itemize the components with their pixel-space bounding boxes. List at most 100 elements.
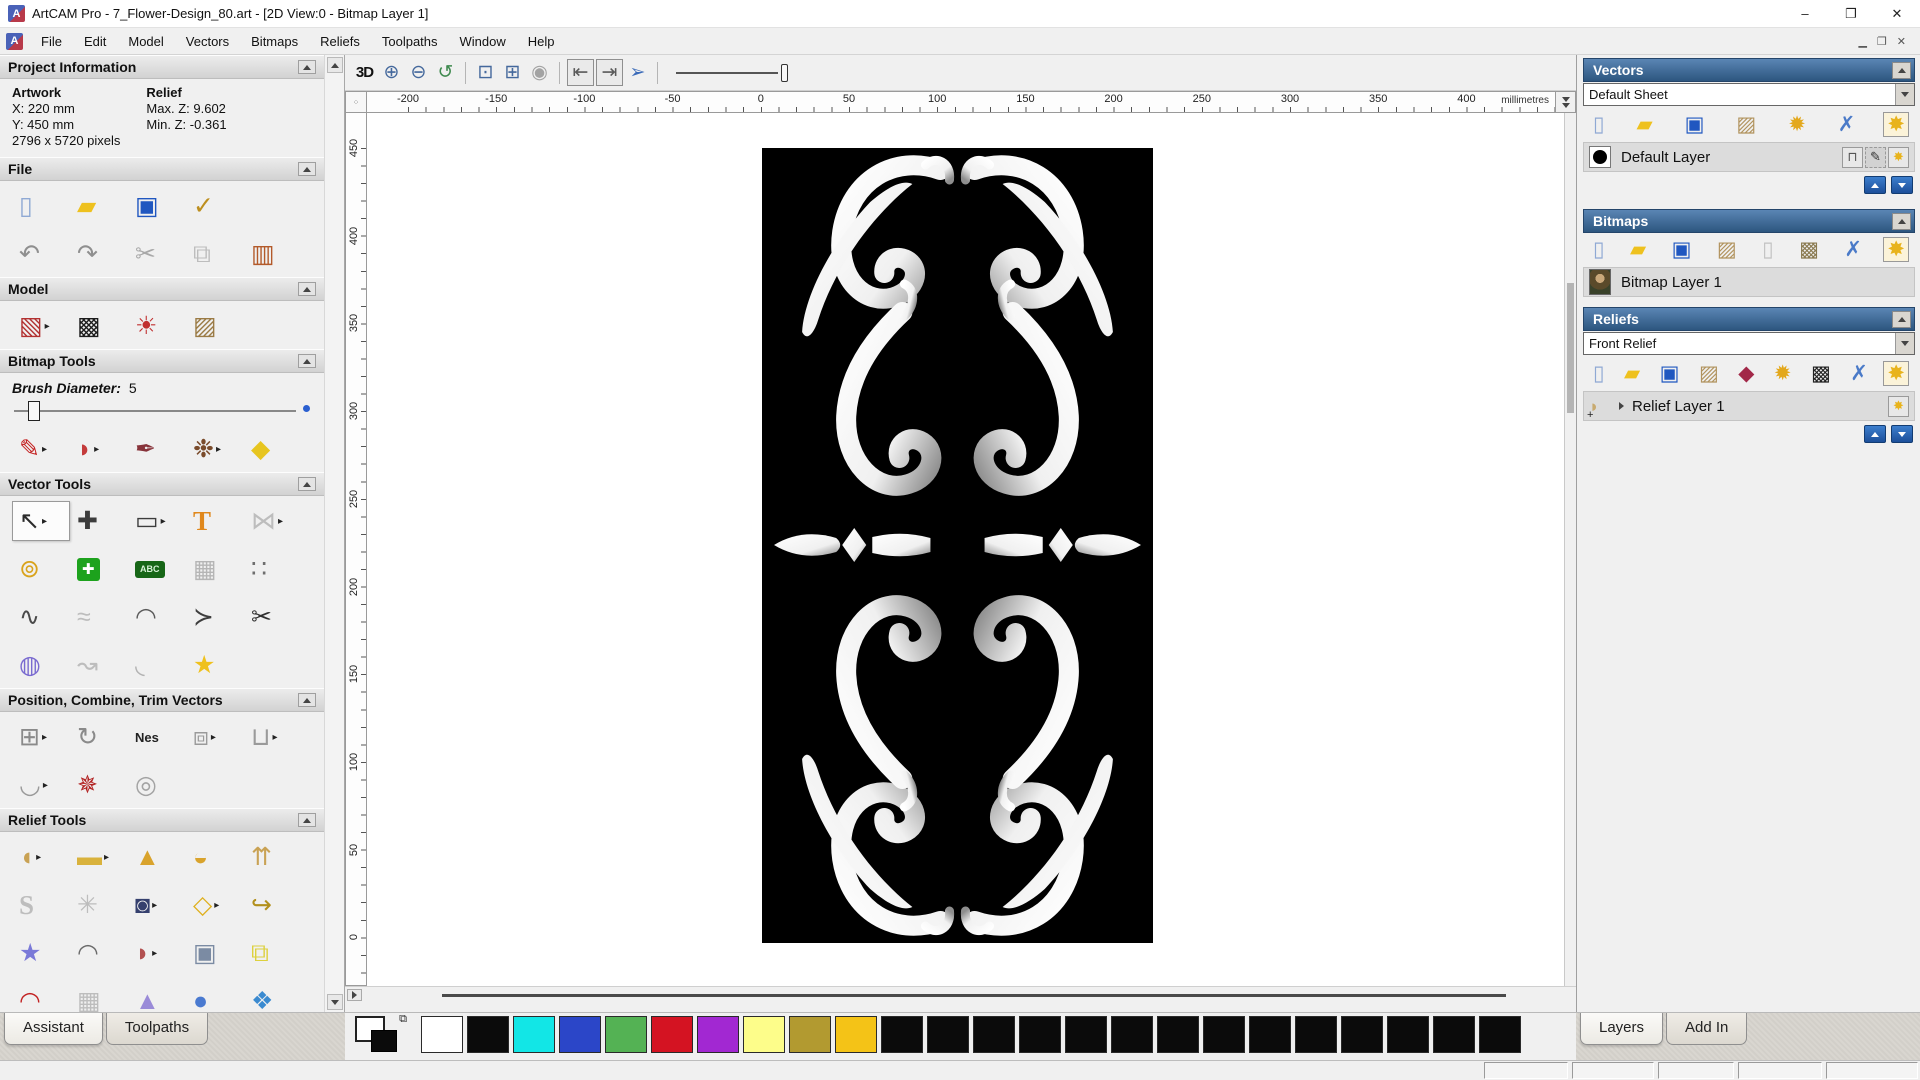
slider-track[interactable] [676, 72, 778, 74]
assistant-tab[interactable]: Assistant [4, 1013, 103, 1045]
move-layer-down-button[interactable] [1891, 176, 1913, 194]
palette-colour-swatch[interactable] [605, 1016, 647, 1053]
palette-colour-swatch[interactable] [651, 1016, 693, 1053]
menu-item[interactable]: Model [117, 29, 174, 54]
smooth-relief-icon[interactable]: S [12, 885, 70, 925]
vector-texture-icon[interactable]: ✵ [70, 765, 128, 805]
assistant-scrollbar[interactable] [324, 55, 344, 1012]
copy-icon[interactable]: ⧉ [186, 234, 244, 274]
slider-handle[interactable] [781, 64, 788, 82]
create-rectangle-icon[interactable]: ▭ ▸ [128, 501, 186, 541]
back-relief-icon[interactable]: ↪ [244, 885, 302, 925]
collapse-section-button[interactable] [298, 813, 316, 827]
palette-colour-swatch[interactable] [1295, 1016, 1337, 1053]
save-bitmap-layer-icon[interactable]: ▣ [1668, 237, 1696, 262]
vector-sheet-select[interactable]: Default Sheet [1583, 83, 1915, 106]
scroll-up-icon[interactable] [327, 57, 343, 73]
envelope-distort-icon[interactable]: ▦ [186, 549, 244, 589]
palette-colour-swatch[interactable] [1387, 1016, 1429, 1053]
fan-relief-icon[interactable]: ❖ [244, 981, 302, 1012]
chevron-down-icon[interactable] [1895, 333, 1914, 354]
toggle-relief-visibility-icon[interactable]: ✹ [1770, 361, 1796, 386]
zoom-previous-icon[interactable]: ↺ [432, 59, 459, 86]
create-arc-icon[interactable]: ◠ [128, 597, 186, 637]
zoom-objects-icon[interactable]: ◉ [526, 59, 553, 86]
open-model-icon[interactable]: ▰ [70, 186, 128, 226]
menu-item[interactable]: File [30, 29, 73, 54]
link-colours-icon[interactable]: ⧉ [399, 1013, 407, 1026]
undo-icon[interactable]: ↶ [12, 234, 70, 274]
menu-item[interactable]: Vectors [175, 29, 240, 54]
lighting-material-icon[interactable]: ☀ [128, 306, 186, 346]
assistant-tab[interactable]: Toolpaths [106, 1013, 208, 1045]
secondary-colour-swatch[interactable] [371, 1030, 397, 1052]
pick-colour-icon[interactable]: ✒ [128, 429, 186, 469]
slider-track[interactable] [14, 410, 296, 412]
relief-thumbnail-icon[interactable]: ▩ [1807, 361, 1835, 386]
adjust-model-greyscale-icon[interactable]: ▩ [70, 306, 128, 346]
scrollbar-thumb[interactable] [442, 994, 1506, 997]
set-model-size-icon[interactable]: ▧ ▸ [12, 306, 70, 346]
relief-visibility-bulb-icon[interactable]: ✸ [1888, 396, 1909, 417]
bitmap-layer-row[interactable]: Bitmap Layer 1 [1583, 267, 1915, 297]
create-text-icon[interactable]: T [186, 501, 244, 541]
collapse-section-button[interactable] [298, 477, 316, 491]
all-reliefs-visibility-icon[interactable]: ✸ [1883, 361, 1909, 386]
basket-weave-icon[interactable]: ▦ [70, 981, 128, 1012]
magnify-details-icon[interactable]: ➢ [624, 59, 651, 86]
toggle-assistant-pane-icon[interactable]: ⇤ [567, 59, 594, 86]
palette-colour-swatch[interactable] [1157, 1016, 1199, 1053]
collapse-section-button[interactable] [298, 162, 316, 176]
paint-selective-icon[interactable]: ◗ ▸ [70, 429, 128, 469]
relief-weave-icon[interactable]: ✳ [70, 885, 128, 925]
zoom-fit-icon[interactable]: ⊞ [499, 59, 526, 86]
menu-item[interactable]: Help [517, 29, 566, 54]
vector-layer-row[interactable]: Default Layer ⊓✎✸ [1583, 142, 1915, 172]
open-relief-layer-icon[interactable]: ▰ [1620, 361, 1644, 386]
block-paste-icon[interactable]: ∷ [244, 549, 302, 589]
palette-colour-swatch[interactable] [1479, 1016, 1521, 1053]
all-bitmaps-visibility-icon[interactable]: ✸ [1883, 237, 1909, 262]
unwrap-vectors-icon[interactable]: ◎ [128, 765, 186, 805]
collapse-panel-button[interactable] [1892, 213, 1911, 230]
offset-relief-icon[interactable]: ◇ ▸ [186, 885, 244, 925]
join-close-vectors-icon[interactable]: ◡ ▸ [12, 765, 70, 805]
layer-visibility-bulb-icon[interactable]: ✸ [1888, 147, 1909, 168]
bend-vectors-icon[interactable]: ↝ [70, 645, 128, 685]
zoom-in-icon[interactable]: ⊕ [378, 59, 405, 86]
add-relief-icon[interactable]: ▲ [128, 837, 186, 877]
toggle-vector-visibility-icon[interactable]: ✹ [1784, 112, 1810, 137]
fillet-icon[interactable]: ◟ [128, 645, 186, 685]
subtract-relief-icon[interactable]: ◒ [186, 837, 244, 877]
mdi-close-button[interactable]: ✕ [1897, 35, 1906, 48]
zoom-box-icon[interactable]: ⊡ [472, 59, 499, 86]
dome-relief-icon[interactable]: ◠ [12, 981, 70, 1012]
palette-colour-swatch[interactable] [697, 1016, 739, 1053]
layer-colour-swatch[interactable] [1589, 146, 1611, 168]
nesting-icon[interactable]: Nes [128, 717, 186, 757]
collapse-section-button[interactable] [298, 354, 316, 368]
layers-tab[interactable]: Add In [1666, 1013, 1747, 1045]
scroll-right-icon[interactable] [347, 989, 362, 1001]
move-layer-up-button[interactable] [1864, 425, 1886, 443]
select-vectors-icon[interactable]: ↖ ▸ [12, 501, 70, 541]
layers-tab[interactable]: Layers [1580, 1013, 1663, 1045]
palette-colour-swatch[interactable] [1019, 1016, 1061, 1053]
pyramid-relief-icon[interactable]: ▲ [128, 981, 186, 1012]
bitmap-to-layer-icon[interactable]: ▩ [1795, 237, 1823, 262]
lock-layer-icon[interactable]: ⊓ [1842, 147, 1863, 168]
all-layers-visibility-icon[interactable]: ✸ [1883, 112, 1909, 137]
menu-item[interactable]: Window [449, 29, 517, 54]
collapse-panel-button[interactable] [1892, 62, 1911, 79]
primary-secondary-colours[interactable]: ⧉ [355, 1015, 413, 1055]
new-bitmap-layer-icon[interactable]: ▯ [1589, 237, 1609, 262]
redo-icon[interactable]: ↷ [70, 234, 128, 274]
menu-item[interactable]: Toolpaths [371, 29, 449, 54]
group-vectors-icon[interactable]: ⧈ ▸ [186, 717, 244, 757]
load-bitmap-icon[interactable]: ▨ [186, 306, 244, 346]
relief-from-bitmap-icon[interactable]: ◆ [1734, 361, 1758, 386]
ruler-options-button[interactable] [1556, 91, 1576, 113]
sphere-relief-icon[interactable]: ● [186, 981, 244, 1012]
palette-colour-swatch[interactable] [835, 1016, 877, 1053]
palette-colour-swatch[interactable] [467, 1016, 509, 1053]
